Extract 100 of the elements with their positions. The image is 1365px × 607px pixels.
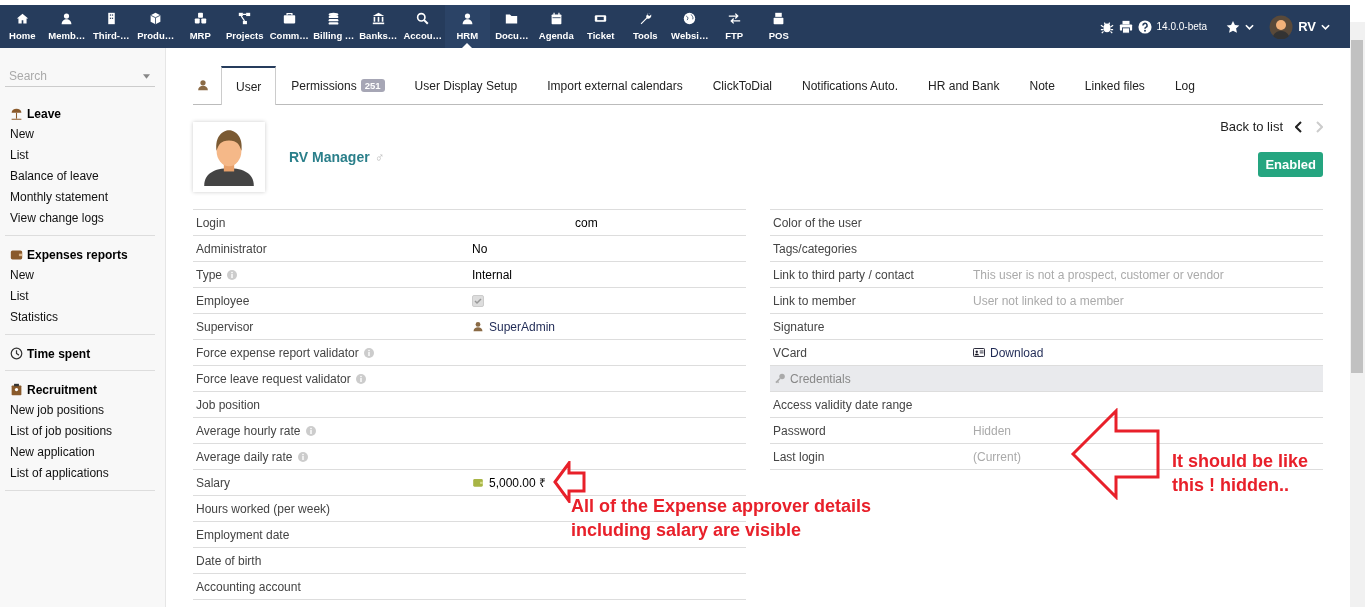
wallet-icon (10, 248, 23, 261)
field-label: Tags/categories (773, 241, 858, 256)
info-icon (297, 451, 308, 462)
menu-item[interactable]: Websi… (667, 5, 712, 48)
field-value: (Current) (973, 449, 1021, 464)
magnifier-icon (416, 12, 430, 25)
tab[interactable]: Note (1014, 66, 1070, 104)
clock-icon (10, 347, 23, 360)
sidebar-link[interactable]: List (10, 145, 155, 166)
field-label: VCard (773, 345, 807, 360)
house-icon (15, 12, 29, 25)
field-label: Color of the user (773, 215, 862, 230)
chevron-down-icon[interactable] (1245, 23, 1255, 30)
sidebar-section-title[interactable]: Time spent (27, 346, 91, 361)
printer-icon[interactable] (1118, 19, 1133, 34)
field-label: Force expense report validator (196, 345, 359, 360)
sidebar-link[interactable]: Statistics (10, 307, 155, 328)
field-label: Hours worked (per week) (196, 501, 331, 516)
annotation-text: It should be like this ! hidden.. (1172, 450, 1310, 497)
menu-item[interactable]: Docu… (489, 5, 534, 48)
tab[interactable]: Notifications Auto. (787, 66, 914, 104)
sidebar-link[interactable]: List of job positions (10, 421, 155, 442)
menu-item[interactable]: Ticket (578, 5, 623, 48)
folder-icon (505, 12, 519, 25)
menu-item[interactable]: Third-… (89, 5, 134, 48)
sidebar-link[interactable]: New application (10, 442, 155, 463)
tab[interactable]: Import external calendars (532, 66, 698, 104)
sidebar-link[interactable]: List of applications (10, 463, 155, 484)
menu-item[interactable]: Banks… (356, 5, 401, 48)
menu-item[interactable]: Home (0, 5, 45, 48)
menu-item[interactable]: POS (756, 5, 801, 48)
back-to-list-link[interactable]: Back to list (1220, 119, 1283, 134)
field-label: Average hourly rate (196, 423, 301, 438)
menu-item[interactable]: Agenda (534, 5, 579, 48)
supervisor-link[interactable]: SuperAdmin (489, 319, 556, 334)
sidebar-section-title[interactable]: Expenses reports (27, 247, 128, 262)
status-badge: Enabled (1258, 152, 1323, 177)
coins-icon (327, 12, 341, 25)
field-label: Date of birth (196, 553, 262, 568)
field-label: Supervisor (196, 319, 254, 334)
tab[interactable]: ClickToDial (697, 66, 788, 104)
menu-item[interactable]: Produ… (133, 5, 178, 48)
user-full-name: RV Manager (289, 149, 370, 165)
sidebar-link[interactable]: New job positions (10, 400, 155, 421)
download-link[interactable]: Download (990, 345, 1044, 360)
scrollbar[interactable] (1350, 22, 1365, 607)
field-value: No (472, 241, 488, 256)
avatar-icon[interactable] (1269, 14, 1294, 39)
sidebar-link[interactable]: List (10, 286, 155, 307)
gender-symbol: ♂ (374, 149, 385, 165)
annotation-text: All of the Expense approver details including salary are visible (571, 495, 873, 542)
field-value: Internal (472, 267, 513, 282)
dropdown-caret-icon (143, 74, 150, 79)
clipboard-icon (10, 383, 23, 396)
field-label: Access validity date range (773, 397, 913, 412)
menu-item[interactable]: Billing … (311, 5, 356, 48)
field-label: Administrator (196, 241, 267, 256)
field-label: Average daily rate (196, 449, 293, 464)
menu-item[interactable]: MRP (178, 5, 223, 48)
tab[interactable]: Log (1159, 66, 1210, 104)
star-icon[interactable] (1226, 19, 1241, 34)
tab[interactable]: User Display Setup (399, 66, 533, 104)
menu-item[interactable]: Accou… (400, 5, 445, 48)
tab[interactable]: User (221, 66, 277, 105)
id-card-icon (973, 347, 985, 358)
info-icon (363, 347, 374, 358)
sidebar-link[interactable]: Balance of leave (10, 166, 155, 187)
user-name[interactable]: RV (1298, 19, 1316, 34)
field-label: Last login (773, 449, 825, 464)
help-icon[interactable] (1137, 19, 1152, 34)
menu-item[interactable]: Tools (623, 5, 668, 48)
sidebar-link[interactable]: Monthly statement (10, 187, 155, 208)
chevron-down-icon[interactable] (1321, 23, 1330, 30)
tab[interactable]: HR and Bank (913, 66, 1015, 104)
box-icon (149, 12, 163, 25)
sidebar-link[interactable]: New (10, 124, 155, 145)
ticket-icon (594, 12, 608, 25)
briefcase-icon (282, 12, 296, 25)
count-badge: 251 (360, 79, 385, 92)
menu-item[interactable]: HRM (445, 5, 490, 48)
field-label: Employment date (196, 527, 290, 542)
person-icon (460, 12, 474, 25)
search-field[interactable]: Search (5, 66, 155, 87)
sidebar-section-title[interactable]: Leave (27, 106, 62, 121)
menu-item[interactable]: Comm… (267, 5, 312, 48)
menu-item[interactable]: Memb… (44, 5, 89, 48)
globe-icon (683, 12, 697, 25)
menu-item[interactable]: Projects (222, 5, 267, 48)
tab[interactable]: Linked files (1069, 66, 1160, 104)
salary-value: 5,000.00 ₹ (489, 475, 547, 491)
cubes-icon (193, 12, 207, 25)
field-label: Link to member (773, 293, 856, 308)
field-label: Link to third party / contact (773, 267, 914, 282)
sidebar-section-title[interactable]: Recruitment (27, 382, 97, 397)
tab[interactable]: Permissions 251 (276, 66, 400, 104)
menu-item[interactable]: FTP (712, 5, 757, 48)
active-marker-icon (462, 43, 473, 48)
network-icon (238, 12, 252, 25)
sidebar-link[interactable]: New (10, 265, 155, 286)
sidebar-link[interactable]: View change logs (10, 208, 155, 229)
